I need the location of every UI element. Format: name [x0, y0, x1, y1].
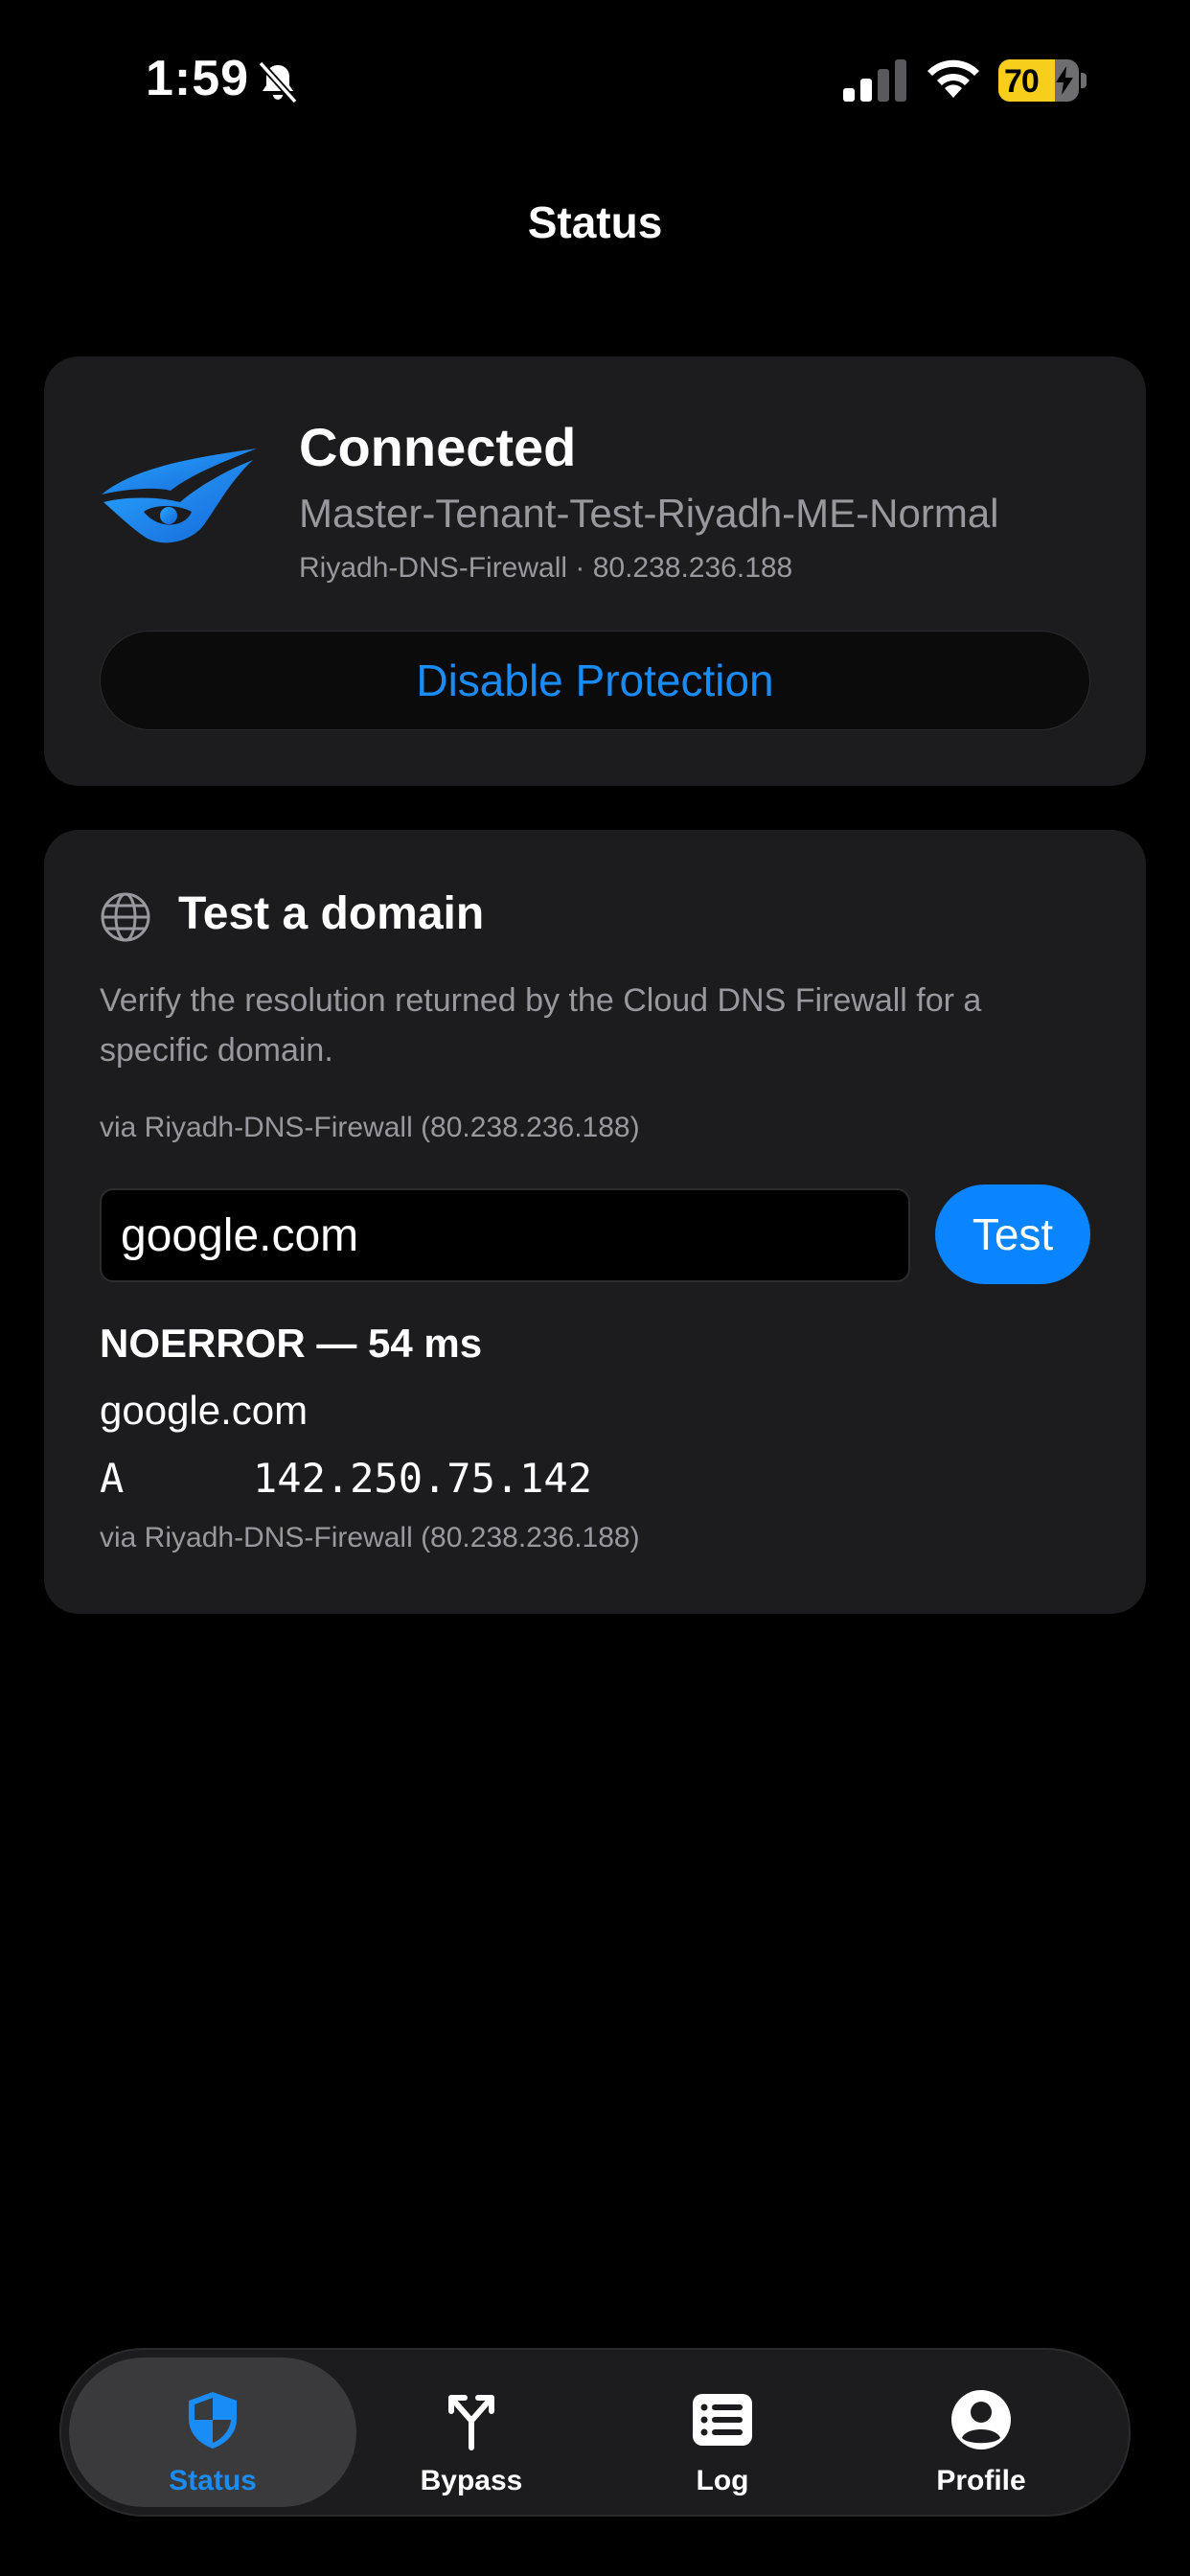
tab-bypass-label: Bypass	[420, 2465, 523, 2496]
battery-cap	[1081, 73, 1087, 88]
shield-icon	[189, 2392, 237, 2449]
tab-bypass[interactable]: Bypass	[328, 2358, 615, 2507]
tab-log-label: Log	[696, 2465, 749, 2496]
connection-card: Connected Master-Tenant-Test-Riyadh-ME-N…	[44, 356, 1146, 786]
bell-slash-icon	[258, 60, 298, 104]
battery-level: 70	[1004, 63, 1040, 100]
status-screen: 1:59 70 Status Connected Master-Tenant-T…	[0, 0, 1190, 2576]
record-type: A	[100, 1455, 125, 1502]
wifi-icon	[927, 59, 979, 98]
disable-protection-button[interactable]: Disable Protection	[100, 631, 1090, 730]
server-info: Riyadh-DNS-Firewall · 80.238.236.188	[299, 552, 793, 584]
resolver-info: via Riyadh-DNS-Firewall (80.238.236.188)	[100, 1112, 640, 1143]
profile-name: Master-Tenant-Test-Riyadh-ME-Normal	[299, 491, 999, 536]
globe-icon	[101, 892, 150, 942]
tab-bar: Status Bypass Log Profile	[59, 2348, 1131, 2517]
record-value: 142.250.75.142	[253, 1455, 593, 1502]
tab-profile-label: Profile	[936, 2465, 1026, 2496]
test-domain-description: Verify the resolution returned by the Cl…	[100, 982, 982, 1069]
test-domain-title: Test a domain	[178, 888, 485, 939]
battery-indicator: 70	[998, 59, 1087, 102]
person-icon	[951, 2390, 1011, 2450]
fork-icon	[448, 2395, 494, 2450]
tab-profile[interactable]: Profile	[837, 2358, 1125, 2507]
tab-status-label: Status	[169, 2465, 257, 2496]
app-logo-icon	[102, 448, 257, 543]
result-status: NOERROR — 54 ms	[100, 1321, 483, 1366]
domain-input[interactable]	[100, 1188, 910, 1282]
result-record: A 142.250.75.142	[100, 1455, 592, 1502]
result-domain: google.com	[100, 1388, 309, 1433]
cellular-signal-icon	[843, 59, 906, 102]
charging-bolt-icon	[1056, 66, 1073, 95]
status-bar: 1:59 70	[0, 0, 1190, 163]
test-button[interactable]: Test	[935, 1184, 1090, 1284]
test-domain-card: Test a domain Verify the resolution retu…	[44, 830, 1146, 1614]
list-icon	[693, 2394, 752, 2446]
result-resolver-info: via Riyadh-DNS-Firewall (80.238.236.188)	[100, 1522, 640, 1553]
tab-status[interactable]: Status	[69, 2358, 356, 2507]
page-title: Status	[527, 197, 663, 247]
connection-status: Connected	[299, 417, 577, 477]
battery-body: 70	[998, 59, 1079, 102]
tab-log[interactable]: Log	[579, 2358, 866, 2507]
clock: 1:59	[146, 51, 250, 106]
